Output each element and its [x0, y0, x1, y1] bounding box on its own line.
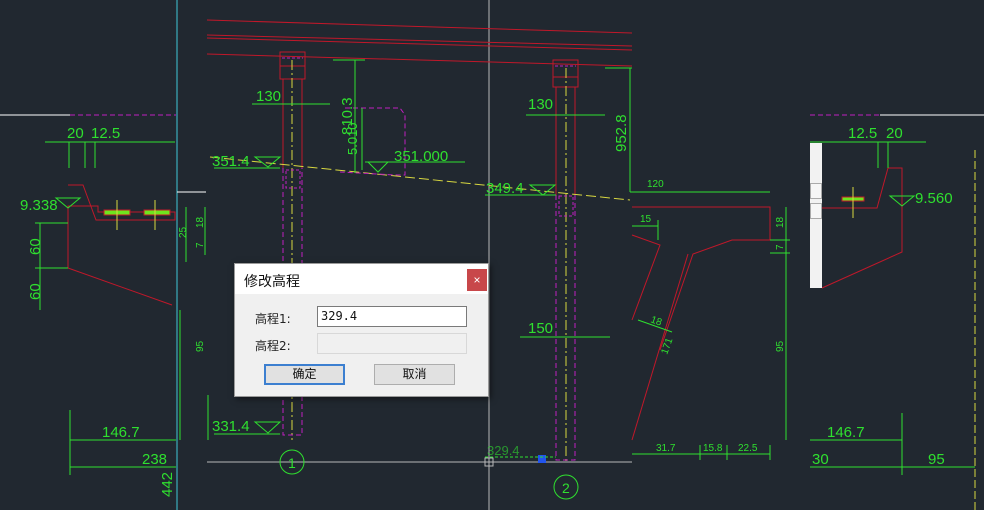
dim-text: 952.8 [613, 114, 630, 152]
dim-text: 20 [886, 125, 903, 142]
elevation-text: 329.4 [487, 443, 520, 458]
left-section [67, 184, 176, 306]
dialog-title: 修改高程 [244, 274, 300, 290]
elevation-text: 331.4 [212, 418, 250, 435]
dim-text: 18 [195, 216, 206, 228]
panel-button[interactable] [810, 183, 822, 199]
right-section [631, 167, 903, 441]
dim-text: 95 [195, 340, 206, 352]
dim-text: 5.010 [345, 122, 360, 155]
dim-text: 31.7 [656, 443, 676, 454]
dim-text: 95 [928, 451, 945, 468]
dim-text: 30 [812, 451, 829, 468]
dim-text: 120 [647, 179, 664, 190]
elevation1-input[interactable]: 329.4 [317, 306, 467, 327]
elevation-text: 349.4 [486, 180, 524, 197]
elevation2-label: 高程2: [255, 339, 291, 353]
dim-text: 12.5 [91, 125, 120, 142]
dim-text: 146.7 [827, 424, 865, 441]
dim-text: 95 [775, 340, 786, 352]
dim-text: 150 [528, 320, 553, 337]
dim-text: 7 [195, 242, 206, 248]
close-button[interactable]: × [467, 269, 487, 291]
cancel-button[interactable]: 取消 [374, 364, 455, 385]
dim-text: 130 [528, 96, 553, 113]
dimension-lines [35, 59, 975, 475]
cad-drawing-canvas[interactable]: 20 12.5 9.338 60 60 25 18 7 95 146.7 238… [0, 0, 984, 510]
elevation2-input[interactable] [317, 333, 467, 354]
dim-text: 238 [142, 451, 167, 468]
dim-text: 15 [640, 214, 652, 225]
axis-label: 1 [288, 455, 296, 471]
dim-text: 22.5 [738, 443, 758, 454]
dim-text: 146.7 [102, 424, 140, 441]
elevation-text: 9.338 [20, 197, 58, 214]
dim-text: 60 [27, 238, 44, 255]
elevation-text: 9.560 [915, 190, 953, 207]
dialog-title-bar[interactable]: 修改高程 × [235, 264, 488, 294]
axis-markers [279, 449, 579, 500]
dim-text: 60 [27, 283, 44, 300]
panel-button[interactable] [810, 203, 822, 219]
dim-text: 18 [775, 216, 786, 228]
elevation-text: 351.000 [394, 148, 448, 165]
elevation-text: 351.4 [212, 153, 250, 170]
modify-elevation-dialog: 修改高程 × 高程1: 329.4 高程2: 确定 取消 [234, 263, 489, 397]
ok-button[interactable]: 确定 [264, 364, 345, 385]
pier-2 [552, 59, 579, 462]
side-panel[interactable] [810, 143, 822, 288]
dim-text: 25 [178, 226, 189, 238]
elevation1-label: 高程1: [255, 312, 291, 326]
beam-lines [206, 19, 633, 67]
dim-text: 20 [67, 125, 84, 142]
dim-text: 130 [256, 88, 281, 105]
dim-text: 7 [775, 244, 786, 250]
dim-text: 18 [649, 314, 664, 328]
dim-text: 15.8 [703, 443, 723, 454]
grip-point [538, 455, 546, 463]
dim-text: 12.5 [848, 125, 877, 142]
axis-label: 2 [562, 480, 570, 496]
dim-text: 442 [159, 472, 176, 497]
